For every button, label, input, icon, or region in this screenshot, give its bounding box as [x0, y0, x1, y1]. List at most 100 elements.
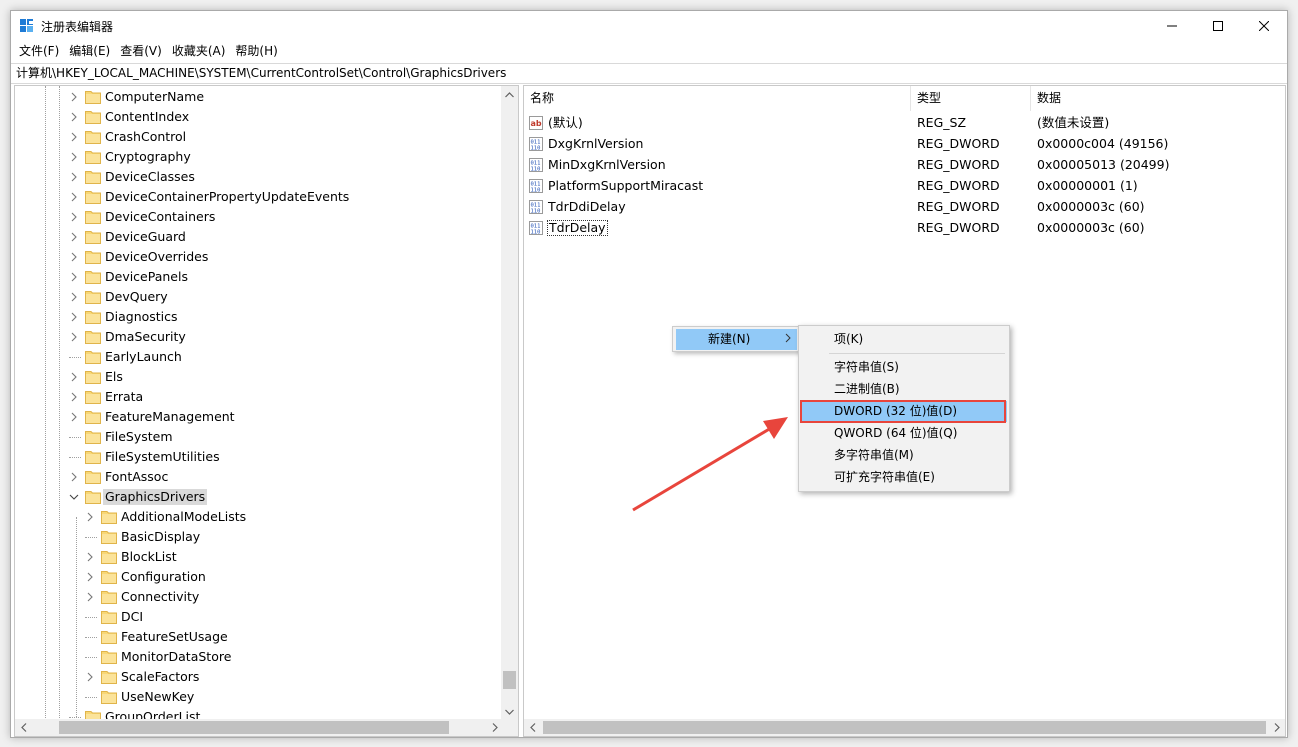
- menu-item-new[interactable]: 新建(N): [676, 329, 797, 350]
- chevron-right-icon[interactable]: [69, 231, 79, 243]
- value-row[interactable]: 011 110 PlatformSupportMiracast REG_DWORD 0x…: [524, 176, 1285, 197]
- tree-horizontal-scroll-thumb[interactable]: [59, 721, 449, 734]
- tree-item[interactable]: Connectivity: [15, 587, 503, 607]
- values-horizontal-scroll-thumb[interactable]: [543, 721, 1266, 734]
- tree-item-label: FontAssoc: [105, 469, 169, 484]
- submenu-item-string[interactable]: 字符串值(S): [802, 357, 1007, 378]
- chevron-right-icon[interactable]: [85, 671, 95, 683]
- value-row[interactable]: 011 110 TdrDdiDelay REG_DWORD 0x0000003c (60…: [524, 197, 1285, 218]
- menu-file[interactable]: 文件(F): [14, 41, 64, 61]
- tree-item[interactable]: ContentIndex: [15, 107, 503, 127]
- tree-item[interactable]: Errata: [15, 387, 503, 407]
- tree-item[interactable]: FeatureManagement: [15, 407, 503, 427]
- scroll-right-arrow-icon[interactable]: [1268, 719, 1285, 736]
- tree-item[interactable]: BlockList: [15, 547, 503, 567]
- tree-vertical-scrollbar[interactable]: [501, 86, 518, 720]
- tree-item-label: DeviceOverrides: [105, 249, 209, 264]
- tree-item[interactable]: FileSystemUtilities: [15, 447, 503, 467]
- tree-item[interactable]: DeviceOverrides: [15, 247, 503, 267]
- column-header-name[interactable]: 名称: [524, 86, 554, 111]
- folder-icon: [101, 551, 117, 564]
- chevron-right-icon[interactable]: [69, 111, 79, 123]
- chevron-right-icon[interactable]: [69, 331, 79, 343]
- tree-item[interactable]: Cryptography: [15, 147, 503, 167]
- value-row[interactable]: ab (默认) REG_SZ (数值未设置): [524, 113, 1285, 134]
- menu-favorites[interactable]: 收藏夹(A): [167, 41, 231, 61]
- tree-item[interactable]: UseNewKey: [15, 687, 503, 707]
- chevron-right-icon[interactable]: [69, 151, 79, 163]
- menu-help[interactable]: 帮助(H): [230, 41, 282, 61]
- tree-item[interactable]: ScaleFactors: [15, 667, 503, 687]
- folder-icon: [85, 411, 101, 424]
- chevron-right-icon[interactable]: [85, 591, 95, 603]
- minimize-button[interactable]: [1149, 11, 1195, 41]
- chevron-right-icon[interactable]: [69, 391, 79, 403]
- scroll-left-arrow-icon[interactable]: [524, 719, 541, 736]
- column-header-data[interactable]: 数据: [1031, 86, 1061, 111]
- chevron-right-icon[interactable]: [69, 271, 79, 283]
- chevron-right-icon[interactable]: [69, 411, 79, 423]
- tree-item-label: AdditionalModeLists: [121, 509, 247, 524]
- value-row[interactable]: 011 110 TdrDelay REG_DWORD 0x0000003c (60): [524, 218, 1285, 239]
- tree-item-label: FileSystemUtilities: [105, 449, 220, 464]
- tree-item[interactable]: FileSystem: [15, 427, 503, 447]
- column-header-type[interactable]: 类型: [911, 86, 941, 111]
- chevron-right-icon[interactable]: [69, 251, 79, 263]
- tree-item[interactable]: Configuration: [15, 567, 503, 587]
- tree-item[interactable]: Els: [15, 367, 503, 387]
- tree-item[interactable]: DCI: [15, 607, 503, 627]
- submenu-item-binary[interactable]: 二进制值(B): [802, 379, 1007, 400]
- tree-item[interactable]: CrashControl: [15, 127, 503, 147]
- chevron-right-icon[interactable]: [69, 371, 79, 383]
- tree-item[interactable]: FeatureSetUsage: [15, 627, 503, 647]
- scroll-up-arrow-icon[interactable]: [501, 86, 518, 103]
- tree-item[interactable]: MonitorDataStore: [15, 647, 503, 667]
- scroll-down-arrow-icon[interactable]: [501, 703, 518, 720]
- chevron-right-icon[interactable]: [69, 291, 79, 303]
- menu-view[interactable]: 查看(V): [115, 41, 167, 61]
- tree-item[interactable]: DeviceClasses: [15, 167, 503, 187]
- menu-edit[interactable]: 编辑(E): [64, 41, 115, 61]
- submenu-item-key[interactable]: 项(K): [802, 329, 1007, 350]
- submenu-item-qword[interactable]: QWORD (64 位)值(Q): [802, 423, 1007, 444]
- tree-item[interactable]: Diagnostics: [15, 307, 503, 327]
- chevron-right-icon[interactable]: [69, 311, 79, 323]
- close-button[interactable]: [1241, 11, 1287, 41]
- submenu-item-multi-string[interactable]: 多字符串值(M): [802, 445, 1007, 466]
- value-data: 0x00000001 (1): [1037, 178, 1138, 193]
- tree-item[interactable]: BasicDisplay: [15, 527, 503, 547]
- tree-item[interactable]: EarlyLaunch: [15, 347, 503, 367]
- tree-item[interactable]: ComputerName: [15, 87, 503, 107]
- tree-item[interactable]: DeviceContainers: [15, 207, 503, 227]
- tree-item[interactable]: GraphicsDrivers: [15, 487, 503, 507]
- chevron-right-icon[interactable]: [69, 91, 79, 103]
- tree-horizontal-scrollbar[interactable]: [15, 719, 503, 736]
- tree-item[interactable]: DevQuery: [15, 287, 503, 307]
- submenu-item-label: 二进制值(B): [834, 382, 900, 396]
- values-horizontal-scrollbar[interactable]: [524, 719, 1285, 736]
- tree-item[interactable]: DevicePanels: [15, 267, 503, 287]
- folder-icon: [85, 291, 101, 304]
- chevron-right-icon[interactable]: [69, 191, 79, 203]
- value-row[interactable]: 011 110 MinDxgKrnlVersion REG_DWORD 0x000050…: [524, 155, 1285, 176]
- maximize-button[interactable]: [1195, 11, 1241, 41]
- chevron-right-icon[interactable]: [69, 171, 79, 183]
- value-row[interactable]: 011 110 DxgKrnlVersion REG_DWORD 0x0000c004 …: [524, 134, 1285, 155]
- submenu-item-expandable-string[interactable]: 可扩充字符串值(E): [802, 467, 1007, 488]
- tree-item[interactable]: AdditionalModeLists: [15, 507, 503, 527]
- chevron-right-icon[interactable]: [85, 571, 95, 583]
- chevron-right-icon[interactable]: [69, 211, 79, 223]
- value-data: 0x0000003c (60): [1037, 220, 1145, 235]
- address-bar[interactable]: 计算机\HKEY_LOCAL_MACHINE\SYSTEM\CurrentCon…: [11, 63, 1287, 84]
- chevron-right-icon[interactable]: [69, 471, 79, 483]
- chevron-right-icon[interactable]: [85, 511, 95, 523]
- tree-item[interactable]: FontAssoc: [15, 467, 503, 487]
- tree-item[interactable]: DeviceContainerPropertyUpdateEvents: [15, 187, 503, 207]
- scroll-left-arrow-icon[interactable]: [15, 719, 32, 736]
- chevron-right-icon[interactable]: [69, 131, 79, 143]
- chevron-down-icon[interactable]: [69, 491, 79, 503]
- tree-vertical-scroll-thumb[interactable]: [503, 671, 516, 689]
- chevron-right-icon[interactable]: [85, 551, 95, 563]
- tree-item[interactable]: DeviceGuard: [15, 227, 503, 247]
- tree-item[interactable]: DmaSecurity: [15, 327, 503, 347]
